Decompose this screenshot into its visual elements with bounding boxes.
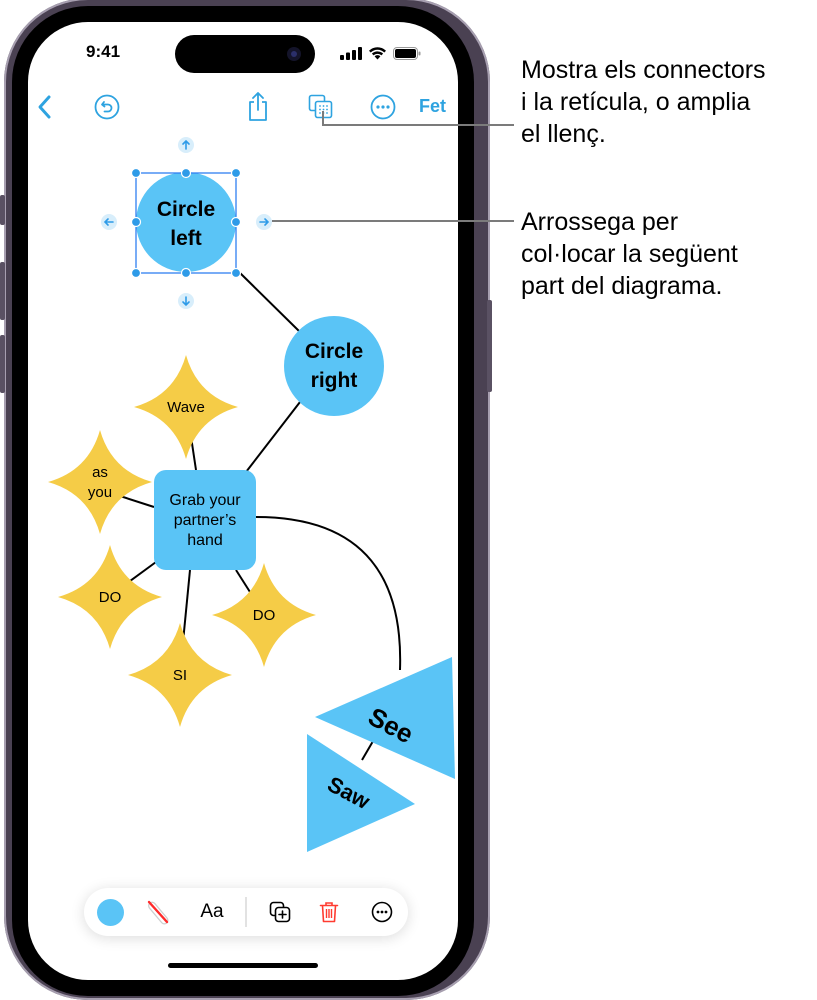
callout-line: el llenç.	[521, 120, 606, 148]
resize-handle[interactable]	[130, 216, 142, 228]
callout-view-options: Mostra els connectors i la retícula, o a…	[521, 54, 766, 150]
node-circle-right[interactable]: Circle right	[284, 316, 384, 416]
add-arrow-up[interactable]	[178, 137, 194, 153]
duplicate-button[interactable]	[264, 888, 296, 936]
fill-color-swatch	[96, 898, 124, 926]
node-grab-hand[interactable]: Grab your partner’s hand	[154, 470, 256, 570]
node-star[interactable]: Wave	[134, 355, 238, 459]
no-stroke-icon	[147, 900, 169, 925]
side-button	[487, 300, 492, 392]
connector[interactable]	[235, 569, 251, 593]
connector[interactable]	[236, 269, 301, 333]
node-label: as	[92, 464, 108, 481]
diagram-canvas[interactable]: Circle right Wave as you DO SI DO Grab your p…	[28, 22, 458, 980]
callout-line: Arrossega per	[521, 208, 679, 236]
node-label: SI	[173, 667, 187, 684]
volume-up-button	[0, 262, 5, 320]
callout-leader-line	[272, 220, 514, 222]
connector[interactable]	[245, 401, 301, 473]
resize-handle[interactable]	[230, 267, 242, 279]
resize-handle[interactable]	[130, 267, 142, 279]
callout-line: part del diagrama.	[521, 272, 723, 300]
node-label: partner’s	[174, 512, 237, 529]
format-bar: Aa	[84, 888, 408, 936]
node-star[interactable]: DO	[58, 545, 162, 649]
add-arrow-right[interactable]	[256, 214, 272, 230]
node-label: Grab your	[169, 492, 241, 509]
callout-line: i la retícula, o amplia	[521, 88, 751, 116]
node-label: DO	[99, 589, 122, 606]
node-star[interactable]: SI	[128, 623, 232, 727]
fill-color-button[interactable]	[94, 888, 126, 936]
node-label: you	[88, 484, 112, 501]
delete-button[interactable]	[313, 888, 345, 936]
resize-handle[interactable]	[180, 267, 192, 279]
node-star[interactable]: as you	[48, 430, 152, 534]
node-star[interactable]: DO	[212, 563, 316, 667]
home-indicator	[168, 963, 318, 968]
node-label: DO	[253, 607, 276, 624]
add-arrow-down[interactable]	[178, 293, 194, 309]
add-arrow-left[interactable]	[101, 214, 117, 230]
callout-leader-line	[322, 111, 324, 125]
text-style-button[interactable]: Aa	[192, 888, 232, 936]
callout-line: col·locar la següent	[521, 240, 738, 268]
node-label: hand	[187, 532, 223, 549]
node-label: Circle	[157, 198, 215, 221]
action-button	[0, 195, 5, 225]
callout-leader-line	[322, 124, 514, 126]
stroke-button[interactable]	[142, 888, 174, 936]
volume-down-button	[0, 335, 5, 393]
connector[interactable]	[182, 569, 191, 643]
node-circle-left[interactable]: Circle left	[136, 172, 236, 272]
resize-handle[interactable]	[230, 167, 242, 179]
resize-handle[interactable]	[130, 167, 142, 179]
node-label: right	[311, 369, 358, 392]
connector[interactable]	[119, 495, 155, 508]
callout-drag-arrow: Arrossega per col·locar la següent part …	[521, 206, 738, 302]
star-shape	[48, 430, 152, 534]
resize-handle[interactable]	[230, 216, 242, 228]
node-label: left	[170, 227, 202, 250]
trash-icon	[319, 902, 339, 923]
resize-handle[interactable]	[180, 167, 192, 179]
node-label: Circle	[305, 340, 363, 363]
callout-line: Mostra els connectors	[521, 56, 766, 84]
duplicate-icon	[269, 901, 291, 923]
format-more-button[interactable]	[366, 888, 398, 936]
divider	[245, 897, 247, 927]
more-icon	[371, 901, 393, 923]
screen: 9:41 Fet Circle right Wave as you DO SI …	[28, 22, 458, 980]
node-label: Wave	[167, 399, 205, 416]
